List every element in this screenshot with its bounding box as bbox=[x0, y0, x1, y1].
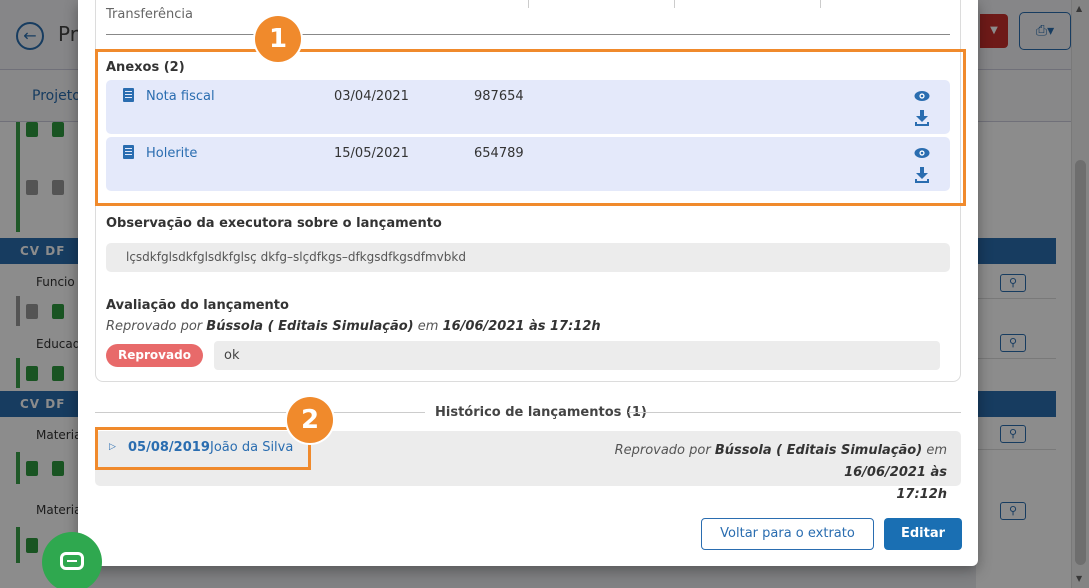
evaluation-prefix: Reprovado por bbox=[106, 319, 203, 334]
history-time: 17:12h bbox=[896, 487, 947, 502]
history-evaluator: Bússola ( Editais Simulação) bbox=[714, 443, 923, 458]
edit-button[interactable]: Editar bbox=[884, 518, 962, 550]
back-to-statement-button[interactable]: Voltar para o extrato bbox=[701, 518, 874, 550]
callout-box-history bbox=[95, 427, 311, 470]
transfer-label: Transferência bbox=[106, 7, 193, 22]
callout-number: 1 bbox=[255, 16, 301, 62]
chat-icon bbox=[60, 552, 84, 570]
callout-number: 2 bbox=[287, 397, 333, 443]
observation-text: lçsdkfglsdkfglsdkfglsç dkfg–slçdfkgs–dfk… bbox=[106, 243, 950, 272]
history-middle: em bbox=[926, 443, 947, 458]
evaluation-datetime: 16/06/2021 às 17:12h bbox=[442, 319, 601, 334]
status-badge: Reprovado bbox=[106, 344, 203, 367]
history-datetime: 16/06/2021 às bbox=[844, 465, 947, 480]
evaluator-name: Bússola ( Editais Simulação) bbox=[206, 319, 414, 334]
history-status: Reprovado por Bússola ( Editais Simulaçã… bbox=[547, 440, 947, 506]
callout-box-attachments bbox=[95, 49, 966, 206]
evaluation-middle: em bbox=[417, 319, 439, 334]
evaluation-summary: Reprovado por Bússola ( Editais Simulaçã… bbox=[106, 319, 601, 334]
history-title: Histórico de lançamentos (1) bbox=[435, 405, 647, 420]
chat-button[interactable] bbox=[42, 532, 102, 588]
divider bbox=[106, 34, 950, 35]
evaluation-comment: ok bbox=[214, 341, 940, 370]
observation-title: Observação da executora sobre o lançamen… bbox=[106, 216, 442, 231]
divider bbox=[628, 412, 961, 413]
history-status-prefix: Reprovado por bbox=[614, 443, 711, 458]
evaluation-title: Avaliação do lançamento bbox=[106, 298, 289, 313]
divider bbox=[95, 412, 425, 413]
